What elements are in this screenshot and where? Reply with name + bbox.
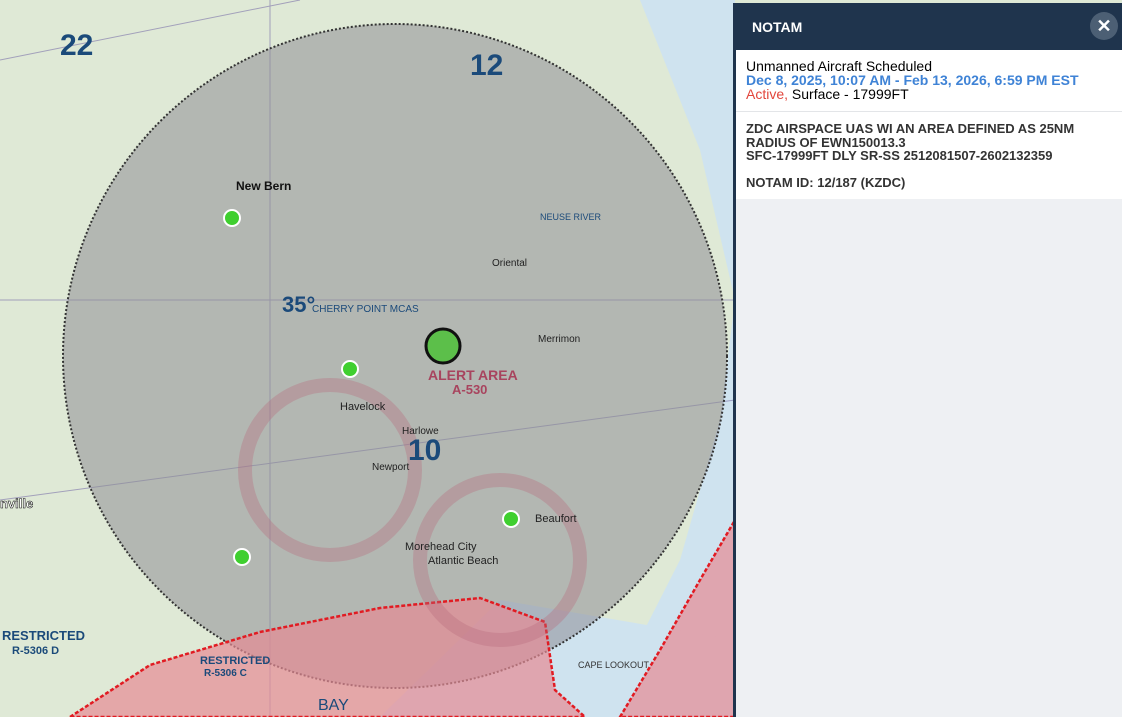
notam-radius-area[interactable] xyxy=(62,23,728,689)
label-restricted-c: RESTRICTED xyxy=(200,655,270,667)
close-icon: ✕ xyxy=(1096,15,1112,36)
label-alert-area-id: A-530 xyxy=(452,382,487,397)
label-havelock: Havelock xyxy=(340,401,386,413)
label-restricted-c-id: R-5306 C xyxy=(204,668,247,679)
label-beaufort: Beaufort xyxy=(535,513,577,525)
label-mef-12: 12 xyxy=(470,49,503,82)
notam-summary: Unmanned Aircraft Scheduled Dec 8, 2025,… xyxy=(736,50,1122,112)
label-newport: Newport xyxy=(372,462,409,473)
sectional-map[interactable]: New Bern Havelock Morehead City Beaufort… xyxy=(0,0,735,717)
notam-body: ZDC AIRSPACE UAS WI AN AREA DEFINED AS 2… xyxy=(736,112,1122,199)
notam-center-marker[interactable] xyxy=(424,327,462,365)
uas-marker[interactable] xyxy=(341,360,359,378)
notam-text-line: RADIUS OF EWN150013.3 xyxy=(746,134,906,150)
label-harlowe: Harlowe xyxy=(402,426,439,437)
label-mef-22: 22 xyxy=(60,29,93,62)
label-merrimon: Merrimon xyxy=(538,334,580,345)
label-new-bern: New Bern xyxy=(236,179,291,193)
uas-marker[interactable] xyxy=(502,510,520,528)
panel-title: NOTAM xyxy=(752,18,803,35)
notam-status: Active, xyxy=(746,86,789,102)
label-morehead-city: Morehead City xyxy=(405,541,477,553)
notam-type: Unmanned Aircraft Scheduled xyxy=(746,58,932,74)
label-cape-lookout: CAPE LOOKOUT xyxy=(578,660,650,670)
close-button[interactable]: ✕ xyxy=(1090,12,1118,40)
label-jacksonville: nville xyxy=(0,496,33,511)
uas-marker[interactable] xyxy=(233,548,251,566)
label-restricted: RESTRICTED xyxy=(2,628,85,643)
label-alert-area: ALERT AREA xyxy=(428,367,518,383)
notam-dates: Dec 8, 2025, 10:07 AM - Feb 13, 2026, 6:… xyxy=(746,72,1079,88)
label-restricted-id: R-5306 D xyxy=(12,645,59,657)
label-atlantic-beach: Atlantic Beach xyxy=(428,555,498,567)
notam-id: NOTAM ID: 12/187 (KZDC) xyxy=(746,174,906,190)
label-latitude: 35° xyxy=(282,292,315,317)
label-neuse-river: NEUSE RIVER xyxy=(540,212,602,222)
panel-header: NOTAM ✕ xyxy=(736,3,1122,50)
notam-altitude: Surface - 17999FT xyxy=(791,86,909,102)
notam-panel: NOTAM ✕ Unmanned Aircraft Scheduled Dec … xyxy=(733,3,1122,717)
label-mef-10: 10 xyxy=(408,434,441,467)
notam-text-line: SFC-17999FT DLY SR-SS 2512081507-2602132… xyxy=(746,148,1053,163)
label-onslow-bay: BAY xyxy=(318,697,349,714)
label-oriental: Oriental xyxy=(492,258,527,269)
label-cherry-point: CHERRY POINT MCAS xyxy=(312,304,419,315)
uas-marker[interactable] xyxy=(223,209,241,227)
notam-text-line: ZDC AIRSPACE UAS WI AN AREA DEFINED AS 2… xyxy=(746,121,1075,136)
